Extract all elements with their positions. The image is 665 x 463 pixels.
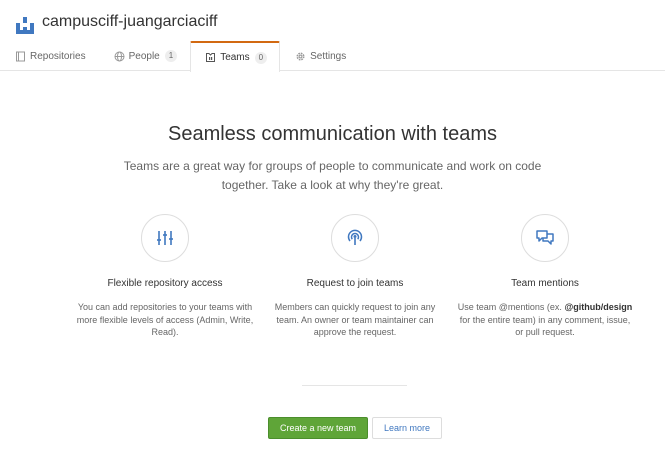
feature-icon-circle (331, 214, 379, 262)
tab-teams[interactable]: Teams 0 (190, 41, 281, 72)
jersey-icon (205, 52, 216, 63)
page-title: Seamless communication with teams (167, 123, 497, 145)
repo-icon (15, 51, 26, 62)
feature-icon-circle (521, 214, 569, 262)
settings-sliders-icon (157, 231, 173, 245)
org-tabs: Repositories People 1 Teams 0 Settings (0, 41, 359, 72)
feature-request-join: Request to join teams Members can quickl… (265, 214, 445, 339)
divider (302, 385, 407, 386)
teams-count-badge: 0 (254, 51, 268, 64)
teams-blankslate: Seamless communication with teams Teams … (0, 71, 665, 463)
feature-description: Use team @mentions (ex. @github/design f… (457, 302, 633, 337)
feature-title: Flexible repository access (107, 278, 223, 289)
comment-discussion-icon (536, 230, 554, 245)
feature-title: Request to join teams (306, 278, 404, 289)
feature-description: Members can quickly request to join any … (274, 302, 436, 337)
org-name[interactable]: campusciff-juangarciaciff (42, 13, 218, 31)
feature-team-mentions: Team mentions Use team @mentions (ex. @g… (455, 214, 635, 339)
org-header: campusciff-juangarciaciff Repositories P… (0, 0, 665, 72)
tab-repositories-label: Repositories (30, 50, 86, 62)
learn-more-button[interactable]: Learn more (372, 417, 442, 439)
create-team-button[interactable]: Create a new team (268, 417, 368, 439)
tab-teams-label: Teams (220, 52, 250, 63)
globe-icon (114, 51, 125, 62)
tab-repositories[interactable]: Repositories (0, 41, 99, 70)
tab-settings[interactable]: Settings (280, 41, 359, 70)
tab-settings-label: Settings (310, 50, 347, 62)
feature-icon-circle (141, 214, 189, 262)
organization-logo-icon[interactable] (15, 15, 35, 35)
feature-title: Team mentions (511, 278, 579, 289)
gear-icon (295, 51, 306, 62)
page-lead: Teams are a great way for groups of peop… (123, 159, 542, 192)
people-count-badge: 1 (164, 50, 178, 62)
broadcast-icon (347, 229, 363, 245)
mention-example: @github/design (564, 302, 633, 312)
feature-description: You can add repositories to your teams w… (76, 302, 254, 337)
tab-people[interactable]: People 1 (99, 41, 191, 70)
tab-people-label: People (128, 50, 160, 62)
feature-flexible-access: Flexible repository access You can add r… (75, 214, 255, 339)
